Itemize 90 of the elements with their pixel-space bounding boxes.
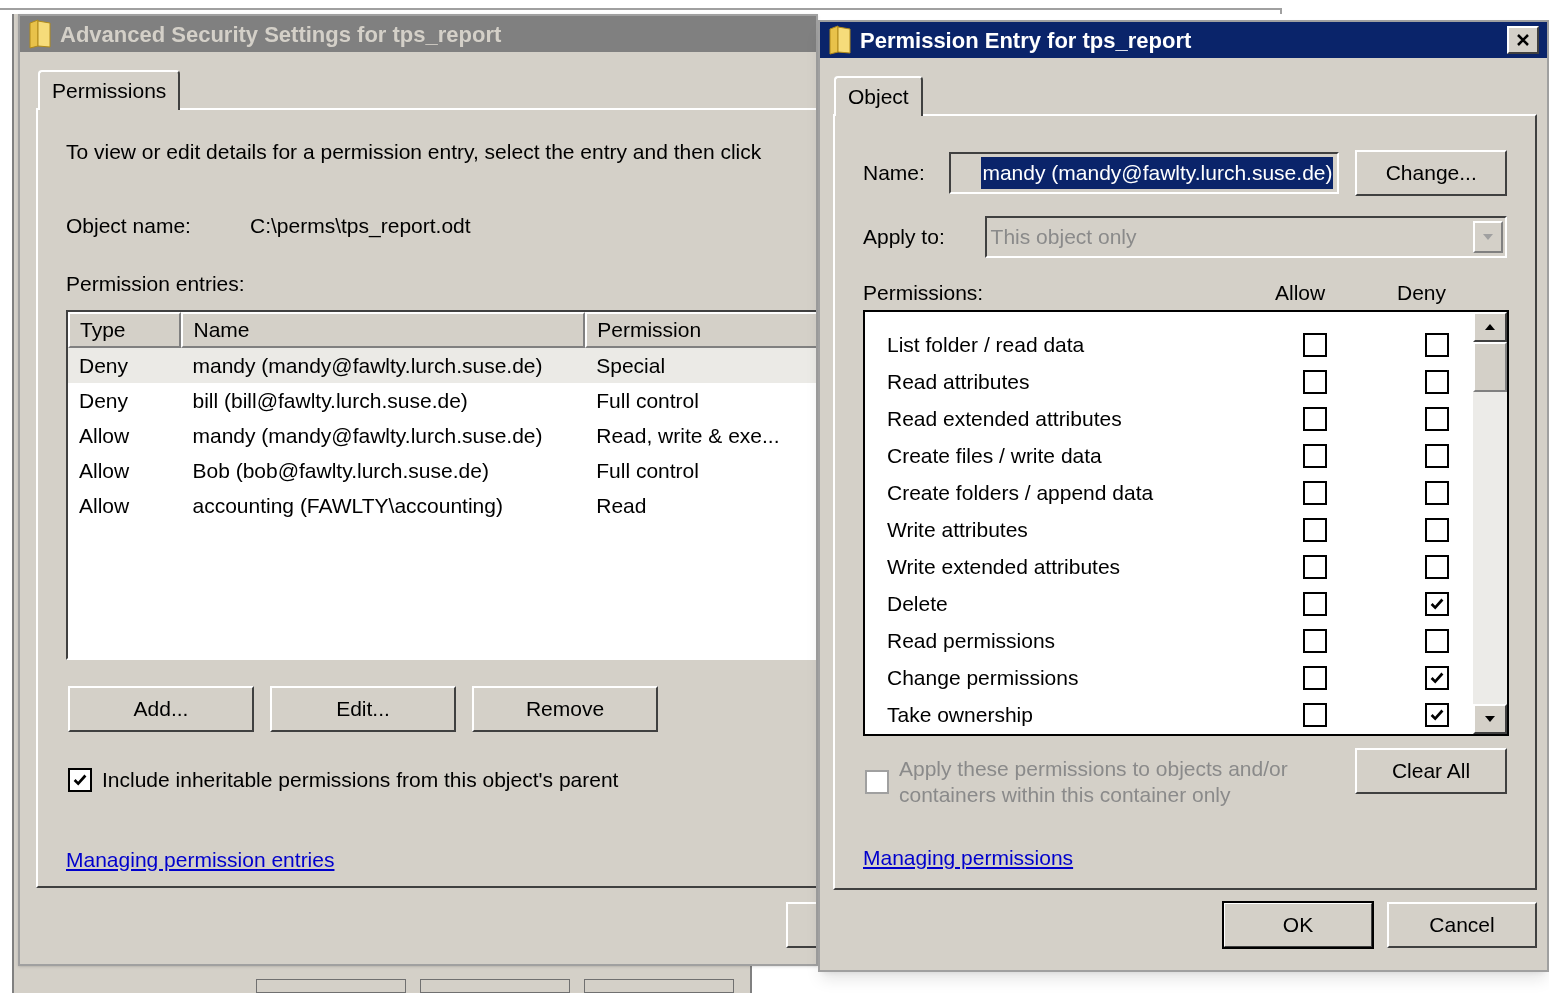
table-cell-text: Allow: [78, 457, 131, 484]
dialog-button[interactable]: OK: [1223, 902, 1373, 948]
name-label: Name:: [863, 160, 926, 187]
checkbox[interactable]: [1425, 480, 1449, 505]
checkbox[interactable]: [1303, 443, 1327, 468]
column-header[interactable]: Type: [68, 312, 182, 348]
table-row[interactable]: Deny mandy (mandy@fawlty.lurch.suse.de) Special: [68, 348, 816, 383]
permission-name: Read permissions: [887, 627, 1057, 654]
window-title: Permission Entry for tps_report: [860, 26, 1193, 55]
column-header[interactable]: Permission: [585, 312, 816, 348]
permission-name: List folder / read data: [887, 331, 1086, 358]
table-cell-text: mandy (mandy@fawlty.lurch.suse.de): [191, 352, 544, 379]
folder-icon: [828, 25, 852, 55]
permission-name: Delete: [887, 590, 949, 617]
checkbox[interactable]: [1425, 591, 1449, 616]
name-field[interactable]: mandy (mandy@fawlty.lurch.suse.de): [948, 152, 1340, 194]
checkbox[interactable]: [1303, 332, 1327, 357]
column-header: Deny: [1397, 279, 1447, 306]
permission-name: Create files / write data: [887, 442, 1103, 469]
permission-table[interactable]: [66, 310, 816, 660]
table-cell-text: Bob (bob@fawlty.lurch.suse.de): [191, 457, 490, 484]
dialog-button[interactable]: Remove: [472, 686, 658, 732]
change-button[interactable]: Change...: [1355, 150, 1507, 196]
scroll-thumb[interactable]: [1473, 342, 1507, 392]
close-icon: [1515, 32, 1531, 48]
object-name-label: Object name:: [66, 213, 192, 238]
checkbox[interactable]: [1303, 591, 1327, 616]
checkbox-label: Include inheritable permissions from this object's parent: [102, 767, 619, 793]
checkbox[interactable]: [1425, 443, 1449, 468]
checkbox-label: Apply these permissions to objects and/or containers within this container only: [899, 756, 1289, 808]
table-cell-text: accounting (FAWLTY\accounting): [191, 492, 504, 519]
table-cell-text: Allow: [78, 422, 131, 449]
entries-label: Permission entries:: [66, 271, 246, 296]
help-link[interactable]: Managing permissions: [863, 842, 1074, 874]
clear-all-button[interactable]: Clear All: [1355, 748, 1507, 794]
permission-name: Read attributes: [887, 368, 1031, 395]
checkbox[interactable]: [1303, 665, 1327, 690]
checkbox[interactable]: [1303, 369, 1327, 394]
window-title: Advanced Security Settings for tps_report: [60, 20, 503, 49]
table-cell-text: Full control: [595, 457, 700, 484]
checkbox[interactable]: [1303, 517, 1327, 542]
table-cell-text: Deny: [78, 352, 130, 379]
down-arrow-icon: [1484, 715, 1496, 723]
apply-to-label: Apply to:: [863, 224, 946, 251]
dialog-button[interactable]: Add...: [68, 686, 254, 732]
checkbox[interactable]: [1303, 480, 1327, 505]
table-cell-text: Allow: [78, 492, 131, 519]
permission-name: Create folders / append data: [887, 479, 1155, 506]
checkbox[interactable]: [1303, 702, 1327, 727]
tab[interactable]: Permissions: [38, 70, 181, 110]
folder-icon: [28, 19, 52, 49]
table-cell-text: Read, write & exe...: [595, 422, 781, 449]
checkbox[interactable]: [1425, 406, 1449, 431]
table-cell-text: bill (bill@fawlty.lurch.suse.de): [191, 387, 469, 414]
checkbox[interactable]: [1425, 554, 1449, 579]
permission-name: Take ownership: [887, 701, 1034, 728]
checkbox[interactable]: [1303, 554, 1327, 579]
scrollbar[interactable]: [1473, 312, 1507, 734]
table-cell-text: Read: [595, 492, 648, 519]
scroll-up-button[interactable]: [1473, 312, 1507, 342]
instructions-text: To view or edit details for a permission entry, select the entry and then click: [66, 139, 763, 164]
column-header: Allow: [1275, 279, 1327, 306]
permission-name: Read extended attributes: [887, 405, 1123, 432]
table-cell-text: Full control: [595, 387, 700, 414]
permissions-label: Permissions:: [863, 279, 985, 306]
column-header[interactable]: Name: [181, 312, 586, 348]
checkbox[interactable]: [1303, 628, 1327, 653]
table-cell-text: mandy (mandy@fawlty.lurch.suse.de): [191, 422, 544, 449]
dialog-button[interactable]: Cancel: [1387, 902, 1537, 948]
dialog-button[interactable]: Edit...: [270, 686, 456, 732]
table-cell-text: Deny: [78, 387, 130, 414]
help-link[interactable]: Managing permission entries: [66, 843, 335, 875]
checkbox[interactable]: [1425, 665, 1449, 690]
close-button[interactable]: [1507, 26, 1539, 54]
permission-name: Change permissions: [887, 664, 1080, 691]
checkbox[interactable]: [1425, 517, 1449, 542]
object-name-value: C:\perms\tps_report.odt: [250, 213, 471, 238]
permission-list[interactable]: [863, 310, 1509, 736]
checkbox[interactable]: [1425, 369, 1449, 394]
checkbox[interactable]: [1425, 332, 1449, 357]
table-cell-text: Special: [595, 352, 667, 379]
up-arrow-icon: [1484, 323, 1496, 331]
checkbox[interactable]: [1425, 702, 1449, 727]
checkbox[interactable]: [1425, 628, 1449, 653]
checkbox[interactable]: [1303, 406, 1327, 431]
scroll-down-button[interactable]: [1473, 704, 1507, 734]
permission-name: Write extended attributes: [887, 553, 1122, 580]
permission-name: Write attributes: [887, 516, 1029, 543]
checkbox[interactable]: [68, 767, 92, 792]
tab[interactable]: Object: [834, 76, 923, 116]
